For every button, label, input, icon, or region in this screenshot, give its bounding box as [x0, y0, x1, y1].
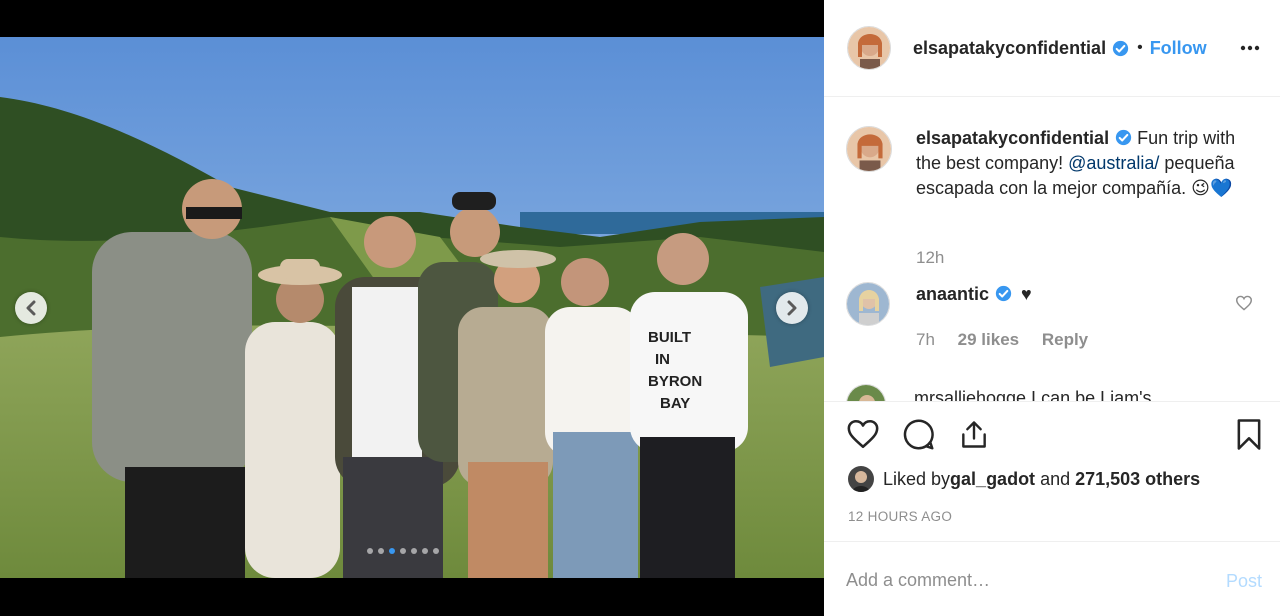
save-bookmark-icon[interactable]	[1236, 418, 1262, 451]
next-photo-button[interactable]	[776, 292, 808, 324]
instagram-post-modal: BUILT IN BYRON BAY elsapatakyconfidentia…	[0, 0, 1280, 616]
wink-emoji: 😉	[1191, 178, 1210, 198]
post-photo[interactable]: BUILT IN BYRON BAY	[0, 37, 824, 578]
liker-username[interactable]: gal_gadot	[950, 469, 1035, 490]
more-options-icon[interactable]	[1240, 38, 1260, 58]
comments-list[interactable]: elsapatakyconfidential Fun trip with the…	[824, 98, 1280, 402]
follow-button[interactable]: Follow	[1150, 38, 1207, 59]
like-heart-icon[interactable]	[846, 418, 880, 450]
comment-bubble-icon[interactable]	[902, 418, 935, 451]
post-header: elsapatakyconfidential • Follow	[824, 0, 1280, 97]
carousel-dot	[389, 548, 395, 554]
comment-time[interactable]: 7h	[916, 330, 935, 349]
caption-comment: elsapatakyconfidential Fun trip with the…	[846, 126, 1256, 201]
comment-meta: 7h 29 likes Reply	[916, 330, 1088, 350]
likes-middle: and	[1035, 468, 1076, 489]
commenter-avatar[interactable]	[846, 282, 890, 326]
comment-text: ♥	[1021, 284, 1032, 304]
chevron-right-icon	[787, 300, 797, 316]
carousel-dot	[367, 548, 373, 554]
commenter-avatar[interactable]	[846, 384, 886, 401]
media-area: BUILT IN BYRON BAY	[0, 0, 824, 616]
liker-avatar[interactable]	[848, 466, 874, 492]
comment-text-block: anaantic ♥	[916, 282, 1256, 326]
likes-prefix: Liked by	[883, 468, 951, 489]
carousel-dot	[400, 548, 406, 554]
post-timestamp[interactable]: 12 HOURS AGO	[848, 509, 952, 524]
carousel-dot	[433, 548, 439, 554]
caption-mention-link[interactable]: @australia/	[1068, 153, 1159, 173]
verified-badge-icon	[1112, 40, 1129, 56]
chevron-left-icon	[26, 300, 36, 316]
carousel-indicator	[367, 548, 439, 554]
blue-heart-emoji: 💙	[1209, 178, 1233, 198]
previous-photo-button[interactable]	[15, 292, 47, 324]
author-avatar[interactable]	[847, 26, 891, 70]
post-comment-button[interactable]: Post	[1226, 571, 1262, 592]
carousel-dot	[422, 548, 428, 554]
likes-count-link[interactable]: 271,503 others	[1075, 469, 1200, 490]
header-separator: •	[1137, 39, 1143, 56]
commenter-username[interactable]: anaantic	[916, 284, 989, 304]
like-comment-heart-icon[interactable]	[1235, 295, 1253, 311]
caption-author-avatar[interactable]	[846, 126, 892, 172]
author-username[interactable]: elsapatakyconfidential	[913, 38, 1106, 59]
caption-text-block: elsapatakyconfidential Fun trip with the…	[916, 126, 1256, 201]
verified-badge-icon	[995, 285, 1012, 302]
carousel-dot	[378, 548, 384, 554]
comment-likes[interactable]: 29 likes	[958, 330, 1019, 349]
post-details-panel: elsapatakyconfidential • Follow elsapata…	[824, 0, 1280, 616]
action-bar	[846, 418, 1266, 454]
svg-text:BUILT: BUILT	[648, 329, 691, 346]
svg-text:BAY: BAY	[660, 395, 690, 412]
share-icon[interactable]	[958, 418, 990, 451]
partial-comment-text: mrsalliehogge I can be Liam's	[914, 388, 1152, 402]
caption-username[interactable]: elsapatakyconfidential	[916, 128, 1109, 148]
svg-text:IN: IN	[655, 351, 670, 368]
comment-item-partial: mrsalliehogge I can be Liam's	[846, 384, 1254, 402]
svg-text:BYRON: BYRON	[648, 373, 702, 390]
verified-badge-icon	[1115, 129, 1132, 146]
add-comment-input[interactable]	[846, 564, 1186, 596]
caption-time[interactable]: 12h	[916, 248, 944, 268]
carousel-dot	[411, 548, 417, 554]
comment-item: anaantic ♥	[846, 282, 1256, 326]
add-comment-bar: Post	[824, 541, 1280, 616]
likes-summary: Liked by gal_gadot and 271,503 others	[848, 466, 1200, 492]
comment-reply-button[interactable]: Reply	[1042, 330, 1088, 349]
